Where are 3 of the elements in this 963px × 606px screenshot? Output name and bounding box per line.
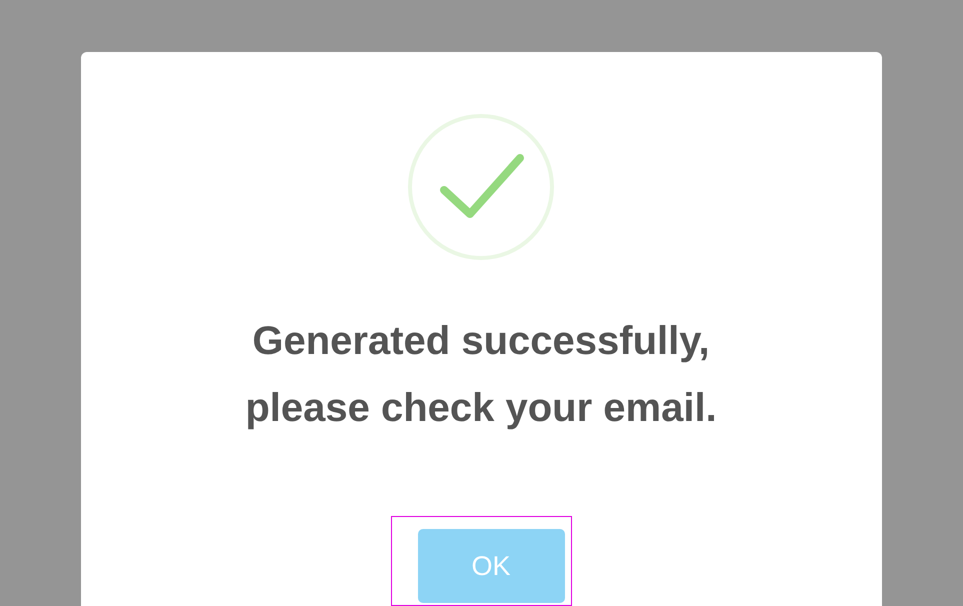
ok-button[interactable]: OK — [418, 529, 564, 603]
success-check-icon — [406, 112, 556, 262]
success-message: Generated successfully, please check your email. — [245, 318, 717, 432]
